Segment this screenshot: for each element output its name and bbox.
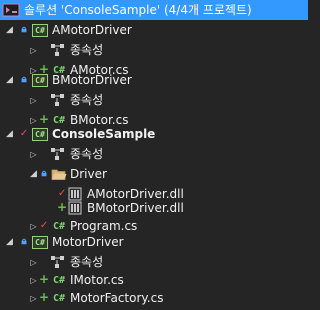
chevron-down-icon[interactable]: ◢	[5, 26, 14, 35]
csharp-project-icon: C#	[32, 236, 48, 249]
solution-explorer-tree: 솔루션 'ConsoleSample' (4/4개 프로젝트) ◢ 🔒︎ C# …	[0, 0, 308, 310]
dependencies-node[interactable]: ▷ 종속성	[0, 252, 308, 272]
solution-icon	[2, 3, 20, 17]
dependencies-icon	[50, 255, 66, 269]
chevron-right-icon[interactable]: ▷	[29, 150, 38, 159]
file-label: IMotor.cs	[70, 273, 124, 287]
checkmark-icon: ✓	[19, 128, 29, 139]
file-label: MotorFactory.cs	[70, 291, 164, 305]
chevron-right-icon[interactable]: ▷	[29, 96, 38, 105]
folder-label: Driver	[70, 167, 107, 181]
csharp-file-icon: C#	[52, 274, 66, 286]
file-node[interactable]: + BMotorDriver.dll	[0, 198, 308, 218]
project-node-consolesample[interactable]: ◢ ✓ C# ConsoleSample	[0, 124, 308, 144]
dependencies-node[interactable]: ▷ 종속성	[0, 144, 308, 164]
project-label: BMotorDriver	[52, 73, 132, 87]
dependencies-label: 종속성	[70, 43, 104, 57]
chevron-right-icon[interactable]: ▷	[29, 276, 38, 285]
lock-icon: 🔒︎	[21, 24, 27, 35]
file-node[interactable]: ▷ + C# MotorFactory.cs	[0, 288, 308, 308]
solution-node[interactable]: 솔루션 'ConsoleSample' (4/4개 프로젝트)	[0, 0, 308, 20]
file-label: BMotorDriver.dll	[87, 201, 184, 215]
dependencies-label: 종속성	[70, 147, 104, 161]
project-label: ConsoleSample	[52, 127, 156, 141]
csharp-file-icon: C#	[52, 292, 66, 304]
csharp-project-icon: C#	[32, 74, 48, 87]
chevron-down-icon[interactable]: ◢	[5, 76, 14, 85]
lock-icon: 🔒︎	[21, 74, 27, 85]
dependencies-icon	[50, 43, 66, 57]
chevron-down-icon[interactable]: ◢	[5, 130, 14, 139]
file-node[interactable]: ▷ + C# IMotor.cs	[0, 270, 308, 290]
project-node-bmotordriver[interactable]: ◢ 🔒︎ C# BMotorDriver	[0, 70, 308, 90]
plus-icon: +	[38, 272, 50, 286]
dependencies-node[interactable]: ▷ 종속성	[0, 40, 308, 60]
folder-open-icon	[51, 168, 67, 181]
chevron-down-icon[interactable]: ◢	[29, 170, 38, 179]
dll-file-icon	[68, 201, 82, 215]
project-label: MotorDriver	[52, 235, 124, 249]
lock-icon: 🔒︎	[41, 168, 47, 179]
csharp-project-icon: C#	[32, 128, 48, 141]
checkmark-icon: ✓	[39, 220, 49, 231]
dependencies-icon	[50, 93, 66, 107]
dependencies-label: 종속성	[70, 93, 104, 107]
chevron-right-icon[interactable]: ▷	[29, 294, 38, 303]
chevron-down-icon[interactable]: ◢	[5, 238, 14, 247]
dependencies-node[interactable]: ▷ 종속성	[0, 90, 308, 110]
lock-icon: 🔒︎	[21, 236, 27, 247]
project-node-motordriver[interactable]: ◢ 🔒︎ C# MotorDriver	[0, 232, 308, 252]
folder-node-driver[interactable]: ◢ 🔒︎ Driver	[0, 164, 308, 184]
plus-icon: +	[38, 290, 50, 304]
csharp-project-icon: C#	[32, 24, 48, 37]
plus-icon: +	[56, 200, 68, 214]
chevron-right-icon[interactable]: ▷	[29, 258, 38, 267]
dependencies-label: 종속성	[70, 255, 104, 269]
project-label: AMotorDriver	[52, 23, 132, 37]
chevron-right-icon[interactable]: ▷	[29, 222, 38, 231]
chevron-right-icon[interactable]: ▷	[29, 46, 38, 55]
dependencies-icon	[50, 147, 66, 161]
solution-label: 솔루션 'ConsoleSample' (4/4개 프로젝트)	[24, 3, 252, 17]
project-node-amotordriver[interactable]: ◢ 🔒︎ C# AMotorDriver	[0, 20, 308, 40]
